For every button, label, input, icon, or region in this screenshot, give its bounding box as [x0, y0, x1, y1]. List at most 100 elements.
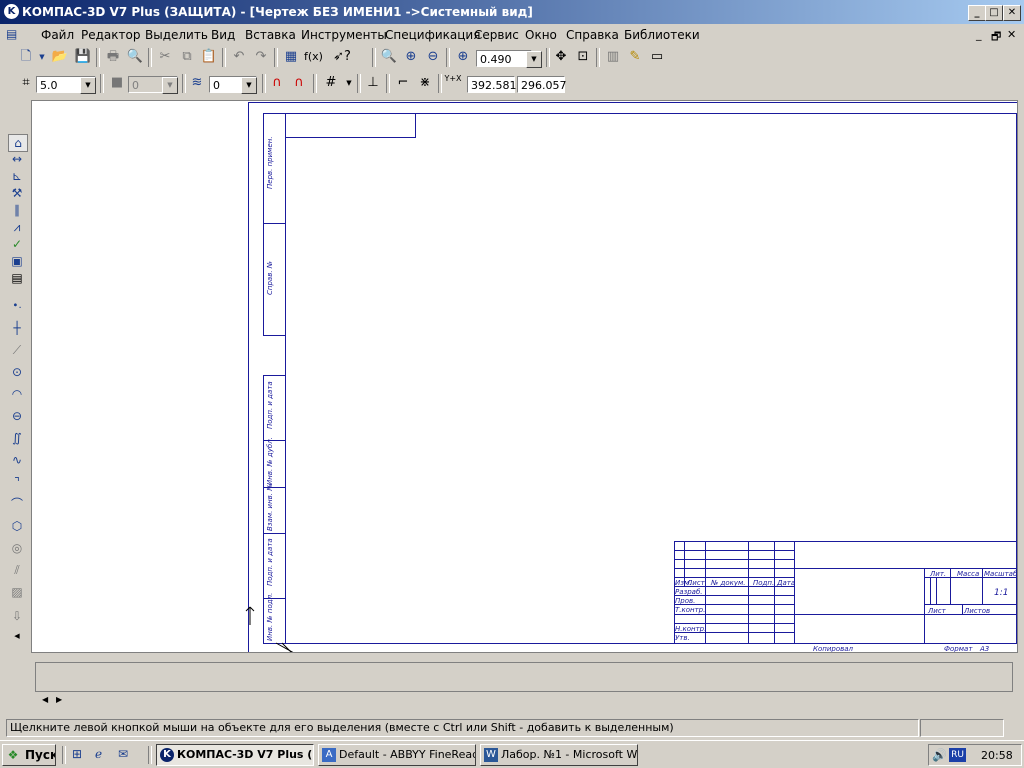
horizontal-scroll-area[interactable] — [35, 662, 1013, 692]
mdi-minimize-button[interactable]: _ — [976, 28, 982, 41]
menu-specification[interactable]: Спецификация — [385, 28, 480, 42]
menu-tools[interactable]: Инструменты — [301, 28, 387, 42]
menu-insert[interactable]: Вставка — [245, 28, 296, 42]
kompas-app-icon[interactable]: K — [4, 4, 19, 19]
help-pointer-icon[interactable]: ➶? — [333, 48, 351, 66]
snap-magnet-icon[interactable]: ∩ — [268, 74, 286, 92]
manager-icon[interactable]: ▦ — [282, 48, 300, 66]
zoom-icon[interactable]: 🔍 — [380, 48, 398, 66]
system-tray: 🔊 RU 20:58 — [928, 744, 1022, 766]
show-desktop-icon[interactable]: ⊞ — [72, 747, 82, 761]
mdi-restore-button[interactable]: 🗗 — [991, 28, 1001, 47]
variables-fx-icon[interactable]: f(x) — [304, 48, 323, 66]
equidistant-tool-icon[interactable]: ⫽ — [8, 562, 26, 578]
view-manager-icon[interactable]: ▭ — [648, 48, 666, 66]
layer-icon[interactable]: ≋ — [188, 74, 206, 92]
style-icon[interactable]: ■ — [108, 74, 126, 92]
zoom-scale-icon[interactable]: ⊕ — [454, 48, 472, 66]
spec-panel-icon[interactable]: ▤ — [8, 270, 26, 286]
print-preview-icon[interactable]: 🔍 — [126, 48, 144, 66]
geometry-panel-icon[interactable]: ⌂ — [8, 134, 28, 152]
step-dropdown-button[interactable]: ▼ — [80, 77, 96, 94]
ellipse-tool-icon[interactable]: ⊖ — [8, 408, 26, 424]
menu-view[interactable]: Вид — [211, 28, 235, 42]
task-abbyy[interactable]: A Default - ABBYY FineRead... — [318, 744, 476, 766]
layer-dropdown-button[interactable]: ▼ — [241, 77, 257, 94]
volume-icon[interactable]: 🔊 — [932, 748, 947, 762]
zoom-in-icon[interactable]: ⊕ — [402, 48, 420, 66]
dimensions-panel-icon[interactable]: ↔ — [8, 151, 26, 167]
fillet-tool-icon[interactable]: ⌒ — [8, 496, 26, 512]
menu-libraries[interactable]: Библиотеки — [624, 28, 700, 42]
undo-icon[interactable]: ↶ — [230, 48, 248, 66]
menu-select[interactable]: Выделить — [145, 28, 208, 42]
new-dropdown-icon[interactable]: ▼ — [33, 48, 51, 66]
ortho-icon[interactable]: ⌐ — [394, 74, 412, 92]
local-snap-icon[interactable]: ∩ — [290, 74, 308, 92]
edit-panel-icon[interactable]: ⚒ — [8, 185, 26, 201]
round-icon[interactable]: ⋇ — [416, 74, 434, 92]
drawing-canvas[interactable]: Изм. Лист № докум. Подп. Дата Разраб. Пр… — [31, 100, 1018, 653]
zoom-scale-field[interactable]: 0.490 — [476, 50, 532, 67]
zoom-out-icon[interactable]: ⊖ — [424, 48, 442, 66]
redo-icon[interactable]: ↷ — [252, 48, 270, 66]
menu-service[interactable]: Сервис — [474, 28, 519, 42]
scroll-right-icon[interactable]: ▶ — [56, 695, 62, 704]
task-kompas[interactable]: K КОМПАС-3D V7 Plus (З... — [156, 744, 314, 766]
minimize-button[interactable]: _ — [968, 5, 986, 21]
scroll-left-icon[interactable]: ◀ — [42, 695, 48, 704]
circle-tool-icon[interactable]: ⊙ — [8, 364, 26, 380]
grid-icon[interactable]: # — [322, 74, 340, 92]
segment-tool-icon[interactable]: ⟋ — [8, 342, 26, 358]
scroll-down-icon[interactable]: ◀ — [8, 628, 26, 644]
zoom-fit-icon[interactable]: ⊡ — [574, 48, 592, 66]
internet-explorer-icon[interactable]: ℯ — [95, 747, 102, 761]
pencil-icon[interactable]: ✎ — [626, 48, 644, 66]
start-button[interactable]: ❖ Пуск — [2, 744, 56, 766]
title-bar[interactable]: K КОМПАС-3D V7 Plus (ЗАЩИТА) - [Чертеж Б… — [0, 0, 1024, 24]
coordinate-y-field[interactable]: 296.057 — [517, 76, 567, 93]
clock: 20:58 — [981, 749, 1013, 762]
menu-help[interactable]: Справка — [566, 28, 619, 42]
symbols-panel-icon[interactable]: ⊾ — [8, 168, 26, 184]
language-indicator[interactable]: RU — [949, 748, 966, 762]
outlook-icon[interactable]: ✉ — [118, 747, 128, 761]
chamfer-tool-icon[interactable]: ⌝ — [8, 474, 26, 490]
bezier-tool-icon[interactable]: ∿ — [8, 452, 26, 468]
cut-icon[interactable]: ✂ — [156, 48, 174, 66]
spline-tool-icon[interactable]: ∬ — [8, 430, 26, 446]
task-word[interactable]: W Лабор. №1 - Microsoft W... — [480, 744, 638, 766]
zoom-dropdown-button[interactable]: ▼ — [526, 51, 542, 68]
style-dropdown-button[interactable]: ▼ — [162, 77, 178, 94]
point-tool-icon[interactable]: ∙. — [8, 298, 26, 314]
auxiliary-line-icon[interactable]: ┼ — [8, 320, 26, 336]
windows-logo-icon: ❖ — [7, 748, 19, 762]
polygon-tool-icon[interactable]: ⬡ — [8, 518, 26, 534]
document-icon[interactable]: ▤ — [6, 27, 17, 41]
grid-dropdown-icon[interactable]: ▼ — [340, 74, 358, 92]
paste-icon[interactable]: 📋 — [200, 48, 218, 66]
maximize-button[interactable]: □ — [985, 5, 1003, 21]
cursor-step-icon[interactable]: ⌗ — [17, 74, 35, 92]
associative-views-panel-icon[interactable]: ▣ — [8, 253, 26, 269]
menu-window[interactable]: Окно — [525, 28, 557, 42]
mdi-close-button[interactable]: ✕ — [1007, 28, 1016, 41]
menu-file[interactable]: Файл — [41, 28, 74, 42]
arc-tool-icon[interactable]: ◠ — [8, 386, 26, 402]
save-icon[interactable]: 💾 — [74, 48, 92, 66]
close-button[interactable]: ✕ — [1003, 5, 1021, 21]
print-icon[interactable]: 🖶 — [104, 48, 122, 66]
copy-icon[interactable]: ⧉ — [178, 48, 196, 66]
refresh-icon[interactable]: ▥ — [604, 48, 622, 66]
select-panel-icon[interactable]: ✓ — [8, 236, 26, 252]
open-folder-icon[interactable]: 📂 — [51, 48, 69, 66]
measure-panel-icon[interactable]: ⩘ — [8, 219, 26, 235]
local-cs-icon[interactable]: ⊥ — [364, 74, 382, 92]
menu-editor[interactable]: Редактор — [81, 28, 140, 42]
hatch-tool-icon[interactable]: ▨ — [8, 584, 26, 600]
contour-tool-icon[interactable]: ◎ — [8, 540, 26, 556]
parametrization-panel-icon[interactable]: ∥ — [8, 202, 26, 218]
pan-icon[interactable]: ✥ — [552, 48, 570, 66]
coordinate-x-field[interactable]: 392.581 — [467, 76, 517, 93]
collect-contour-icon[interactable]: ⇩ — [8, 608, 26, 624]
